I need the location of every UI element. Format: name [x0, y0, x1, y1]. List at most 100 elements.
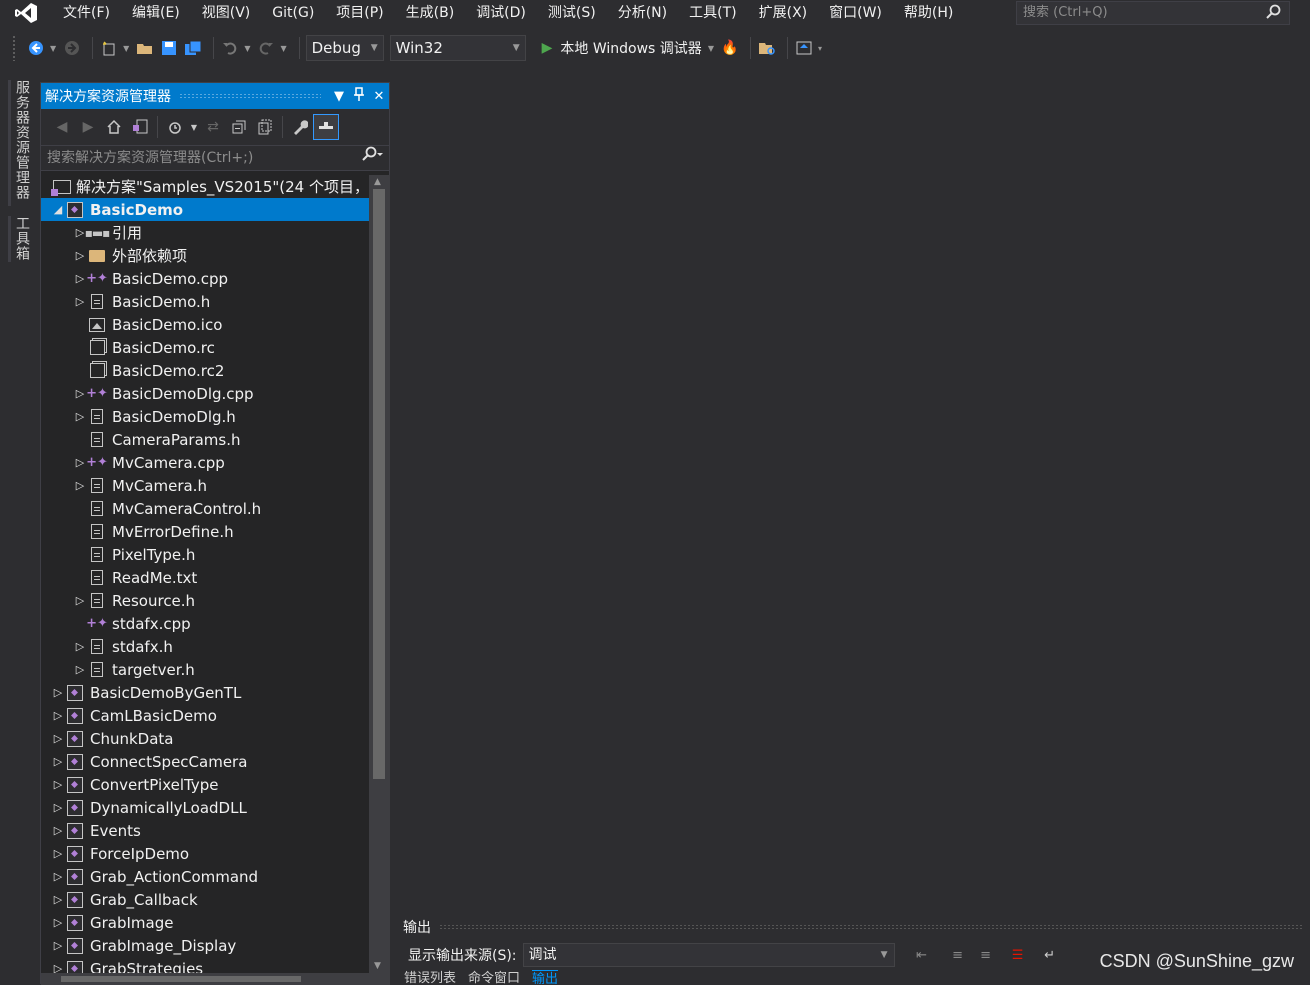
menu-git[interactable]: Git(G): [261, 0, 325, 26]
collapsed-arrow-icon[interactable]: ▷: [51, 939, 65, 952]
collapsed-arrow-icon[interactable]: ▷: [51, 732, 65, 745]
file-node[interactable]: ▷ ▪▬▪ 引用: [41, 221, 369, 244]
close-icon[interactable]: ✕: [369, 89, 389, 104]
open-file-icon[interactable]: [135, 36, 155, 60]
toolbox-tab[interactable]: 工具箱: [10, 216, 32, 261]
file-node[interactable]: BasicDemo.ico: [41, 313, 369, 336]
show-all-files-icon[interactable]: [252, 114, 278, 140]
start-debugging-dropdown-icon[interactable]: ▼: [708, 44, 714, 53]
search-icon[interactable]: [361, 146, 383, 170]
undo-dropdown-icon[interactable]: ▼: [244, 44, 250, 53]
collapsed-arrow-icon[interactable]: ▷: [73, 640, 87, 653]
project-node[interactable]: ▷ BasicDemoByGenTL: [41, 681, 369, 704]
output-titlebar[interactable]: 输出: [398, 914, 1310, 940]
tab-output[interactable]: 输出: [532, 970, 559, 984]
collapsed-arrow-icon[interactable]: ▷: [51, 870, 65, 883]
project-node[interactable]: ▷ ConnectSpecCamera: [41, 750, 369, 773]
undo-icon[interactable]: [220, 36, 240, 60]
properties-wrench-icon[interactable]: [287, 114, 313, 140]
visual-studio-logo-icon[interactable]: [0, 0, 52, 26]
save-all-icon[interactable]: [183, 36, 203, 60]
filter-dropdown-icon[interactable]: ▼: [188, 114, 200, 140]
pin-icon[interactable]: [349, 87, 369, 105]
file-node[interactable]: MvErrorDefine.h: [41, 520, 369, 543]
file-node[interactable]: ▷ +✦ BasicDemoDlg.cpp: [41, 382, 369, 405]
file-node[interactable]: MvCameraControl.h: [41, 497, 369, 520]
collapse-all-icon[interactable]: [226, 114, 252, 140]
scroll-up-arrow-icon[interactable]: ▲: [374, 177, 381, 187]
file-node[interactable]: ▷ BasicDemo.h: [41, 290, 369, 313]
collapsed-arrow-icon[interactable]: ▷: [51, 824, 65, 837]
collapsed-arrow-icon[interactable]: ▷: [51, 709, 65, 722]
collapsed-arrow-icon[interactable]: ▷: [51, 778, 65, 791]
project-node[interactable]: ▷ GrabImage_Display: [41, 934, 369, 957]
project-node[interactable]: ▷ ConvertPixelType: [41, 773, 369, 796]
collapsed-arrow-icon[interactable]: ▷: [51, 801, 65, 814]
solution-node[interactable]: 解决方案"Samples_VS2015"(24 个项目，: [41, 175, 369, 198]
file-node[interactable]: PixelType.h: [41, 543, 369, 566]
switch-views-icon[interactable]: [127, 114, 153, 140]
collapsed-arrow-icon[interactable]: ▷: [73, 295, 87, 308]
solution-explorer-titlebar[interactable]: 解决方案资源管理器 ▼ ✕: [41, 83, 389, 109]
menu-edit[interactable]: 编辑(E): [121, 0, 191, 26]
go-to-next-message-icon[interactable]: ≡: [973, 948, 999, 963]
quick-launch-search[interactable]: 搜索 (Ctrl+Q): [1016, 1, 1290, 25]
live-share-icon[interactable]: [794, 36, 814, 60]
menu-analyze[interactable]: 分析(N): [607, 0, 678, 26]
project-node[interactable]: ▷ Grab_ActionCommand: [41, 865, 369, 888]
output-source-select[interactable]: 调试 ▼: [522, 943, 895, 967]
file-node[interactable]: ▷ +✦ BasicDemo.cpp: [41, 267, 369, 290]
collapsed-arrow-icon[interactable]: ▷: [73, 594, 87, 607]
menu-tools[interactable]: 工具(T): [678, 0, 747, 26]
hot-reload-icon[interactable]: 🔥: [720, 36, 740, 60]
solution-configuration-select[interactable]: Debug ▼: [305, 35, 384, 61]
find-in-files-icon[interactable]: [757, 36, 777, 60]
redo-dropdown-icon[interactable]: ▼: [280, 44, 286, 53]
horizontal-scrollbar[interactable]: [41, 973, 390, 985]
tab-command-window[interactable]: 命令窗口: [468, 970, 520, 984]
pending-changes-filter-icon[interactable]: [162, 114, 188, 140]
solution-platform-select[interactable]: Win32 ▼: [389, 35, 526, 61]
go-to-previous-message-icon[interactable]: ≡: [945, 948, 971, 963]
menu-test[interactable]: 测试(S): [537, 0, 607, 26]
file-node[interactable]: +✦ stdafx.cpp: [41, 612, 369, 635]
solution-explorer-search[interactable]: 搜索解决方案资源管理器(Ctrl+;): [41, 145, 389, 171]
project-node[interactable]: ▷ CamLBasicDemo: [41, 704, 369, 727]
collapsed-arrow-icon[interactable]: ▷: [51, 755, 65, 768]
navigate-forward-icon[interactable]: [62, 36, 82, 60]
new-project-icon[interactable]: [99, 36, 119, 60]
clear-all-icon[interactable]: ☰: [1005, 948, 1031, 963]
collapsed-arrow-icon[interactable]: ▷: [51, 893, 65, 906]
file-node[interactable]: ReadMe.txt: [41, 566, 369, 589]
collapsed-arrow-icon[interactable]: ▷: [73, 663, 87, 676]
navigate-back-dropdown-icon[interactable]: ▼: [50, 44, 56, 53]
menu-view[interactable]: 视图(V): [191, 0, 262, 26]
toolbar-grip[interactable]: [12, 35, 16, 61]
project-node[interactable]: ▷ ForceIpDemo: [41, 842, 369, 865]
file-node[interactable]: CameraParams.h: [41, 428, 369, 451]
collapsed-arrow-icon[interactable]: ▷: [73, 272, 87, 285]
file-node[interactable]: BasicDemo.rc: [41, 336, 369, 359]
home-icon[interactable]: [101, 114, 127, 140]
save-icon[interactable]: [159, 36, 179, 60]
expanded-arrow-icon[interactable]: ◢: [51, 203, 65, 216]
back-icon[interactable]: ◀: [49, 114, 75, 140]
vertical-scrollbar[interactable]: ▲ ▼: [369, 175, 390, 973]
file-node[interactable]: ▷ targetver.h: [41, 658, 369, 681]
collapsed-arrow-icon[interactable]: ▷: [51, 916, 65, 929]
project-node[interactable]: ▷ GrabImage: [41, 911, 369, 934]
toolbar-overflow-icon[interactable]: ▾: [818, 44, 822, 53]
project-node[interactable]: ▷ ChunkData: [41, 727, 369, 750]
file-node[interactable]: ▷ BasicDemoDlg.h: [41, 405, 369, 428]
project-node[interactable]: ▷ DynamicallyLoadDLL: [41, 796, 369, 819]
file-node[interactable]: BasicDemo.rc2: [41, 359, 369, 382]
menu-extensions[interactable]: 扩展(X): [748, 0, 819, 26]
file-node[interactable]: ▷ 外部依赖项: [41, 244, 369, 267]
redo-icon[interactable]: [256, 36, 276, 60]
scrollbar-thumb[interactable]: [61, 976, 301, 982]
menu-help[interactable]: 帮助(H): [893, 0, 964, 26]
menu-window[interactable]: 窗口(W): [818, 0, 893, 26]
project-node[interactable]: ▷ Grab_Callback: [41, 888, 369, 911]
tab-error-list[interactable]: 错误列表: [404, 970, 456, 984]
menu-project[interactable]: 项目(P): [325, 0, 394, 26]
